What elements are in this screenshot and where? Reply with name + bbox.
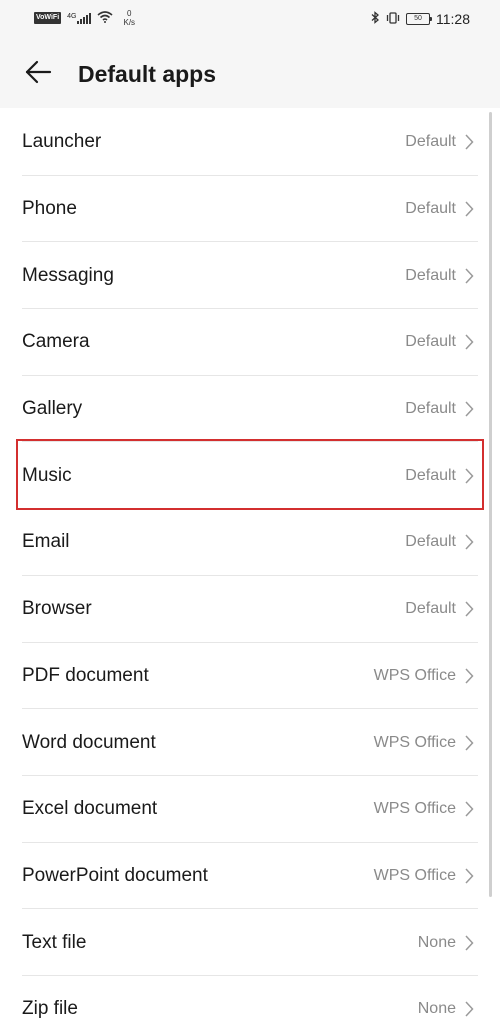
item-label: Browser [22,598,92,620]
item-label: Zip file [22,998,78,1020]
item-value-group: Default [405,467,474,485]
item-label: Excel document [22,798,158,820]
item-label: Music [22,464,72,486]
item-value-group: Default [405,133,474,151]
back-button[interactable] [22,58,54,90]
chevron-right-icon [465,668,474,684]
scrollbar[interactable] [489,112,492,897]
item-value: Default [405,333,456,351]
list-item-camera[interactable]: Camera Default [0,309,500,376]
list-item-gallery[interactable]: Gallery Default [0,376,500,443]
item-label: Text file [22,931,87,953]
page-title: Default apps [78,61,217,87]
chevron-right-icon [465,401,474,417]
item-value: None [417,933,456,951]
item-value: WPS Office [373,733,456,751]
item-label: Word document [22,731,156,753]
screen: VoWiFi 4G 0 K/s 50 11:28 Default apps La… [0,0,500,1024]
item-label: Gallery [22,398,83,420]
list-item-music[interactable]: Music Default [0,442,500,509]
chevron-right-icon [465,601,474,617]
list-item-launcher[interactable]: Launcher Default [0,109,500,176]
chevron-right-icon [465,1001,474,1017]
item-value-group: Default [405,600,474,618]
item-label: Email [22,531,70,553]
item-value: None [417,1000,456,1018]
item-value: WPS Office [373,800,456,818]
wifi-icon [97,10,114,26]
vowifi-badge: VoWiFi [34,12,62,24]
bluetooth-icon [371,11,380,27]
chevron-right-icon [465,268,474,284]
item-value-group: Default [405,267,474,285]
top-area: VoWiFi 4G 0 K/s 50 11:28 Default apps [0,0,500,108]
list-item-zip-file[interactable]: Zip file None [0,976,500,1024]
item-value-group: Default [405,333,474,351]
arrow-left-icon [24,60,52,89]
list-item-phone[interactable]: Phone Default [0,176,500,243]
list-item-excel-document[interactable]: Excel document WPS Office [0,776,500,843]
network-type: 4G [67,12,77,20]
signal-icon: 4G [67,12,92,24]
chevron-right-icon [465,134,474,150]
item-value: Default [405,200,456,218]
item-label: Messaging [22,264,114,286]
item-value: Default [405,266,456,284]
list-item-text-file[interactable]: Text file None [0,909,500,976]
chevron-right-icon [465,801,474,817]
list-item-messaging[interactable]: Messaging Default [0,242,500,309]
list-item-pdf-document[interactable]: PDF document WPS Office [0,643,500,710]
item-value-group: None [418,934,474,952]
status-time: 11:28 [436,11,470,27]
item-value-group: Default [405,200,474,218]
item-value-group: Default [405,400,474,418]
network-speed-value: 0 [127,9,132,18]
chevron-right-icon [465,935,474,951]
item-label: PDF document [22,664,149,686]
item-value: WPS Office [373,666,456,684]
item-label: Launcher [22,131,102,153]
list-item-word-document[interactable]: Word document WPS Office [0,709,500,776]
item-value-group: WPS Office [374,667,474,685]
item-value-group: WPS Office [374,734,474,752]
chevron-right-icon [465,334,474,350]
item-value: Default [405,600,456,618]
item-value: Default [405,466,456,484]
chevron-right-icon [465,534,474,550]
item-label: PowerPoint document [22,864,208,886]
chevron-right-icon [465,468,474,484]
item-label: Camera [22,331,90,353]
default-apps-list: Launcher Default Phone Default Messaging… [0,109,500,1024]
list-item-email[interactable]: Email Default [0,509,500,576]
status-bar-left: VoWiFi 4G 0 K/s [34,9,135,27]
item-value: Default [405,400,456,418]
network-speed: 0 K/s [123,9,135,27]
item-value-group: None [418,1000,474,1018]
list-item-powerpoint-document[interactable]: PowerPoint document WPS Office [0,843,500,910]
chevron-right-icon [465,868,474,884]
item-value: WPS Office [373,866,456,884]
network-speed-unit: K/s [123,18,136,27]
item-value: Default [405,133,456,151]
chevron-right-icon [465,735,474,751]
chevron-right-icon [465,201,474,217]
status-bar-right: 50 11:28 [371,11,470,27]
vibrate-icon [386,11,400,27]
item-value: Default [405,533,456,551]
app-bar: Default apps [0,40,500,108]
status-bar: VoWiFi 4G 0 K/s 50 11:28 [0,0,500,40]
item-value-group: WPS Office [374,867,474,885]
item-value-group: Default [405,533,474,551]
list-item-browser[interactable]: Browser Default [0,576,500,643]
battery-icon: 50 [406,13,432,25]
item-value-group: WPS Office [374,800,474,818]
item-label: Phone [22,198,77,220]
